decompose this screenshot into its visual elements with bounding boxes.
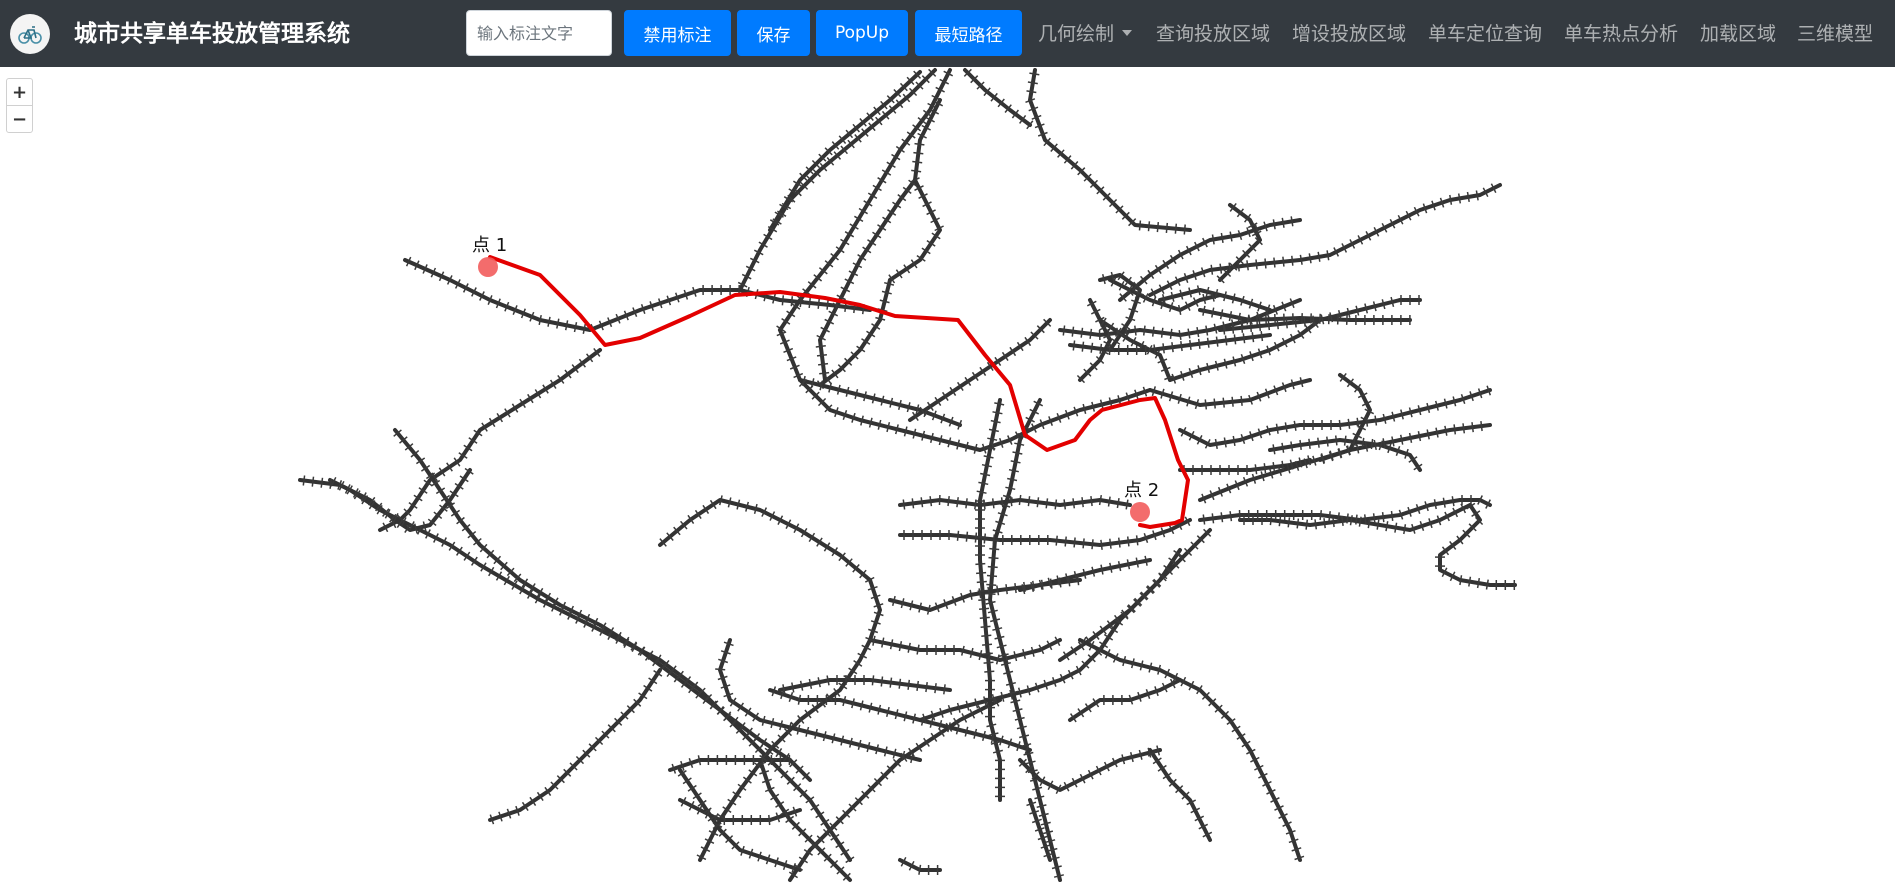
zoom-control: + −	[6, 78, 33, 133]
route-start-marker[interactable]	[478, 257, 498, 277]
nav-geometry-draw-dropdown[interactable]: 几何绘制	[1038, 17, 1133, 51]
nav-3d-model[interactable]: 三维模型	[1797, 17, 1873, 51]
top-navbar: 城市共享单车投放管理系统 禁用标注 保存 PopUp 最短路径 几何绘制 查询投…	[0, 0, 1895, 67]
nav-query-area[interactable]: 查询投放区域	[1156, 17, 1270, 51]
nav-add-area[interactable]: 增设投放区域	[1292, 17, 1406, 51]
point-2-label: 点 2	[1124, 480, 1160, 501]
map-canvas[interactable]: 点 1 点 2	[0, 67, 1895, 885]
nav-bike-locate[interactable]: 单车定位查询	[1428, 17, 1542, 51]
nav-load-area[interactable]: 加载区域	[1700, 17, 1776, 51]
nav-geometry-draw-label: 几何绘制	[1038, 23, 1115, 45]
road-network[interactable]	[0, 67, 1895, 885]
shortest-path-button[interactable]: 最短路径	[915, 10, 1022, 56]
label-text-input[interactable]	[466, 10, 612, 56]
app-title: 城市共享单车投放管理系统	[74, 21, 350, 47]
nav-hotspot-analysis[interactable]: 单车热点分析	[1564, 17, 1678, 51]
chevron-down-icon	[1122, 30, 1133, 36]
point-1-label: 点 1	[472, 235, 508, 256]
disable-label-button[interactable]: 禁用标注	[624, 10, 731, 56]
zoom-in-button[interactable]: +	[7, 79, 32, 105]
zoom-out-button[interactable]: −	[7, 105, 32, 132]
route-end-marker[interactable]	[1130, 502, 1150, 522]
popup-button[interactable]: PopUp	[816, 10, 908, 56]
bicycle-logo-icon	[10, 14, 50, 54]
save-button[interactable]: 保存	[737, 10, 810, 56]
